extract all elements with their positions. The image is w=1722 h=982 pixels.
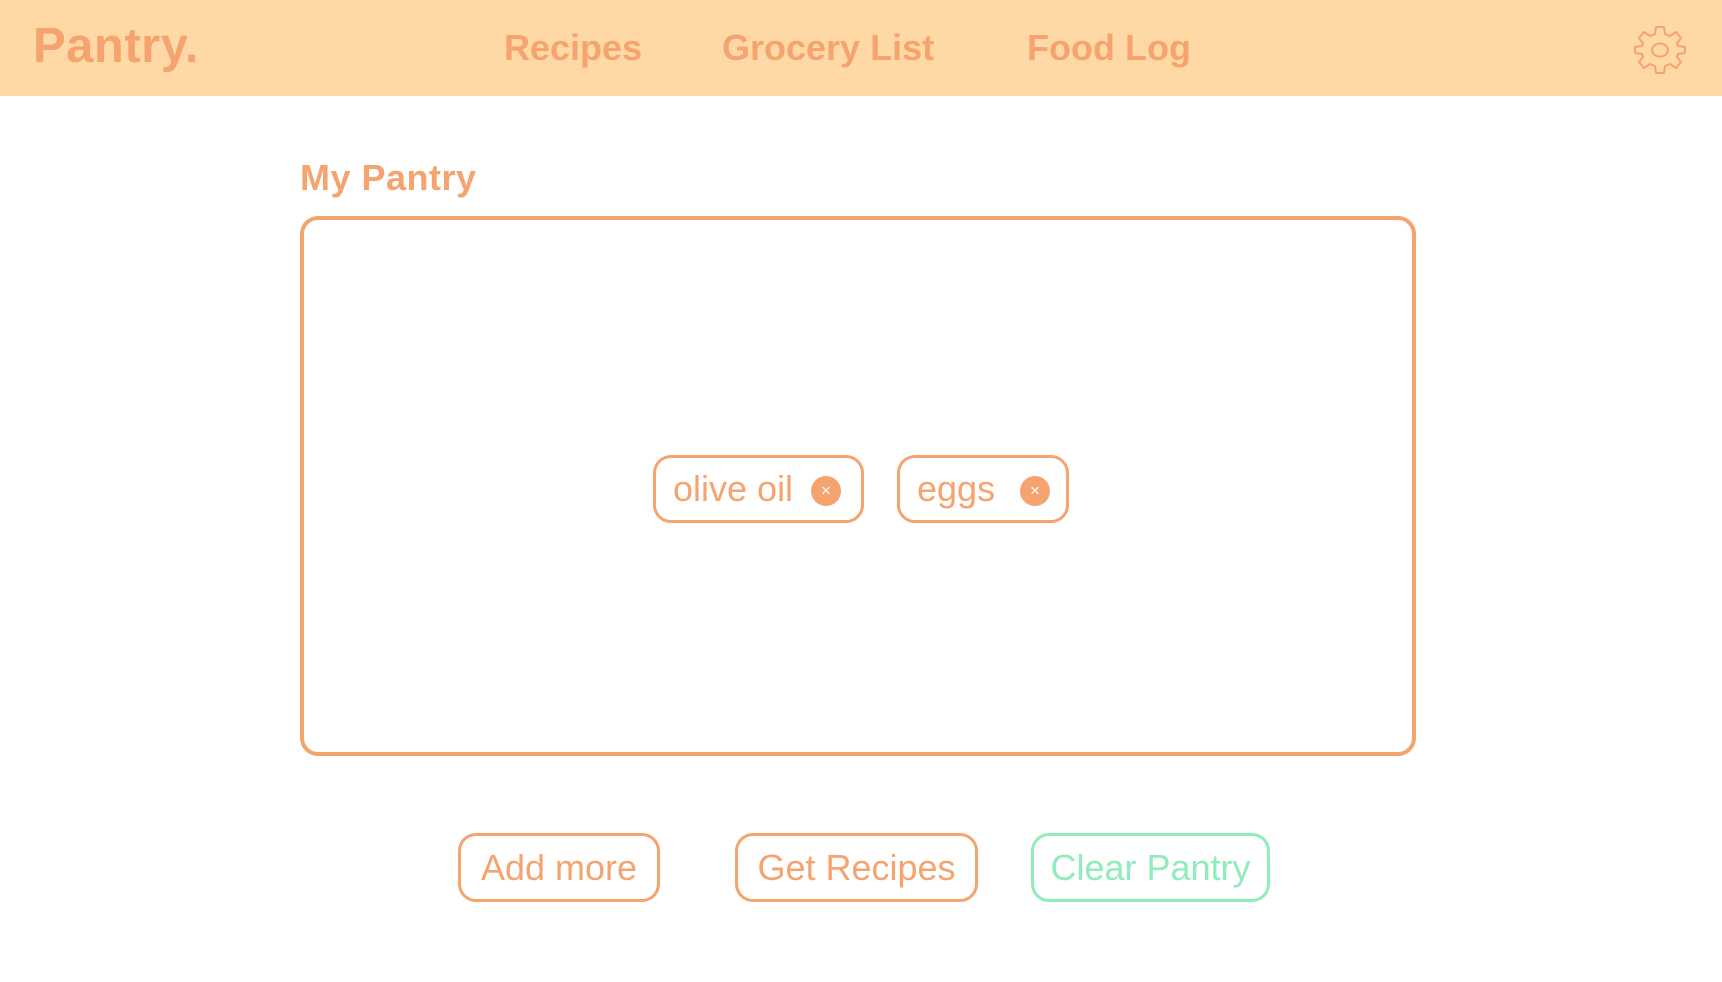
get-recipes-button[interactable]: Get Recipes [735,833,978,902]
nav-food-log-link[interactable]: Food Log [1027,27,1191,69]
app-logo[interactable]: Pantry. [33,18,199,74]
pantry-item-label: eggs [917,468,996,509]
gear-icon [1634,26,1686,74]
nav-grocery-list-link[interactable]: Grocery List [722,27,934,69]
settings-button[interactable] [1632,24,1688,76]
pantry-item-chip-eggs: eggs × [897,455,1069,523]
add-more-button[interactable]: Add more [458,833,660,902]
pantry-item-chip-olive-oil: olive oil × [653,455,864,523]
nav-recipes-link[interactable]: Recipes [504,27,642,69]
remove-item-icon[interactable]: × [811,476,841,506]
top-navigation-bar: Pantry. Recipes Grocery List Food Log [0,0,1722,96]
pantry-item-label: olive oil [673,468,794,509]
clear-pantry-button[interactable]: Clear Pantry [1031,833,1270,902]
page-title: My Pantry [300,157,477,198]
remove-item-icon[interactable]: × [1020,476,1050,506]
